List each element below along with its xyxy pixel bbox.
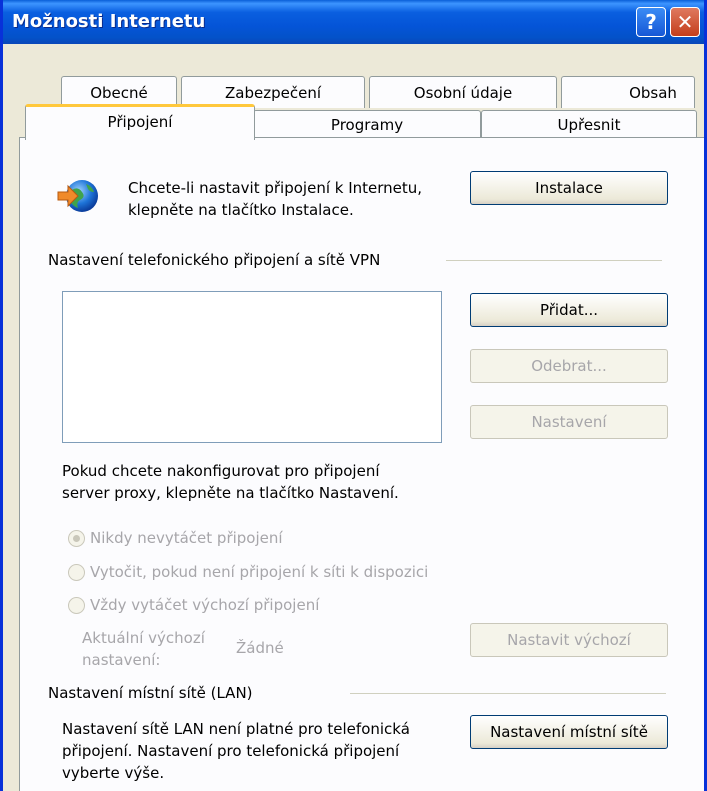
settings-button-label: Nastavení (531, 413, 607, 431)
radio-never-dial[interactable]: Nikdy nevytáčet připojení (68, 528, 468, 550)
globe-connection-icon (54, 172, 102, 220)
lan-text-line2: připojení. Nastavení pro telefonická při… (62, 742, 400, 760)
setup-button-label: Instalace (535, 179, 603, 197)
tab-advanced[interactable]: Upřesnit (481, 110, 697, 138)
tab-label: Upřesnit (557, 116, 621, 134)
dialup-connections-list[interactable] (62, 291, 442, 443)
dialup-group-line (446, 260, 662, 261)
add-button-label: Přidat... (539, 301, 598, 319)
radio-circle (68, 597, 85, 614)
radio-circle (68, 564, 85, 581)
connections-panel: Chcete-li nastavit připojení k Internetu… (19, 137, 704, 791)
proxy-text-line2: server proxy, klepněte na tlačítko Nasta… (62, 484, 399, 502)
radio-selected-dot (73, 535, 80, 542)
lan-settings-button[interactable]: Nastavení místní sítě (470, 715, 668, 749)
close-button[interactable]: ✕ (670, 7, 700, 37)
setup-text-line1: Chcete-li nastavit připojení k Internetu… (128, 179, 423, 197)
close-icon: ✕ (676, 10, 694, 34)
tab-label: Programy (330, 116, 404, 134)
tab-privacy[interactable]: Osobní údaje (369, 76, 557, 108)
current-default-label-line1: Aktuální výchozí (82, 629, 205, 647)
settings-button[interactable]: Nastavení (470, 405, 668, 439)
set-default-button[interactable]: Nastavit výchozí (470, 623, 668, 657)
set-default-button-label: Nastavit výchozí (507, 631, 631, 649)
lan-text-line1: Nastavení sítě LAN není platné pro telef… (62, 720, 410, 738)
lan-group-label: Nastavení místní sítě (LAN) (48, 684, 253, 702)
radio-label: Vždy vytáčet výchozí připojení (90, 596, 320, 614)
add-button[interactable]: Přidat... (470, 293, 668, 327)
internet-options-dialog: Možnosti Internetu ? ✕ Obecné Zabezpečen… (0, 0, 707, 791)
tab-content[interactable]: Obsah (561, 76, 695, 108)
help-icon: ? (645, 10, 657, 34)
lan-text-line3: vyberte výše. (62, 764, 165, 782)
setup-text-line2: klepněte na tlačítko Instalace. (128, 201, 354, 219)
proxy-text-line1: Pokud chcete nakonfigurovat pro připojen… (62, 462, 380, 480)
lan-settings-button-label: Nastavení místní sítě (490, 723, 648, 741)
radio-label: Nikdy nevytáčet připojení (90, 529, 283, 547)
lan-group-line (350, 693, 666, 694)
radio-label: Vytočit, pokud není připojení k síti k d… (90, 563, 429, 581)
tab-label: Připojení (107, 113, 173, 131)
current-default-label-line2: nastavení: (82, 651, 161, 669)
dialup-group-label: Nastavení telefonického připojení a sítě… (48, 251, 381, 269)
current-default-value: Žádné (236, 639, 284, 657)
title-bar[interactable]: Možnosti Internetu ? ✕ (3, 0, 704, 44)
radio-dial-when-no-network[interactable]: Vytočit, pokud není připojení k síti k d… (68, 562, 488, 584)
tab-label: Obsah (629, 84, 677, 102)
radio-circle (68, 530, 85, 547)
tab-connections[interactable]: Připojení (25, 104, 255, 140)
tab-programs[interactable]: Programy (253, 110, 481, 138)
setup-button[interactable]: Instalace (470, 171, 668, 205)
help-button[interactable]: ? (636, 7, 666, 37)
remove-button[interactable]: Odebrat... (470, 349, 668, 383)
remove-button-label: Odebrat... (531, 357, 607, 375)
radio-always-dial[interactable]: Vždy vytáčet výchozí připojení (68, 595, 468, 617)
window-title: Možnosti Internetu (12, 11, 206, 32)
tab-label: Osobní údaje (413, 84, 513, 102)
